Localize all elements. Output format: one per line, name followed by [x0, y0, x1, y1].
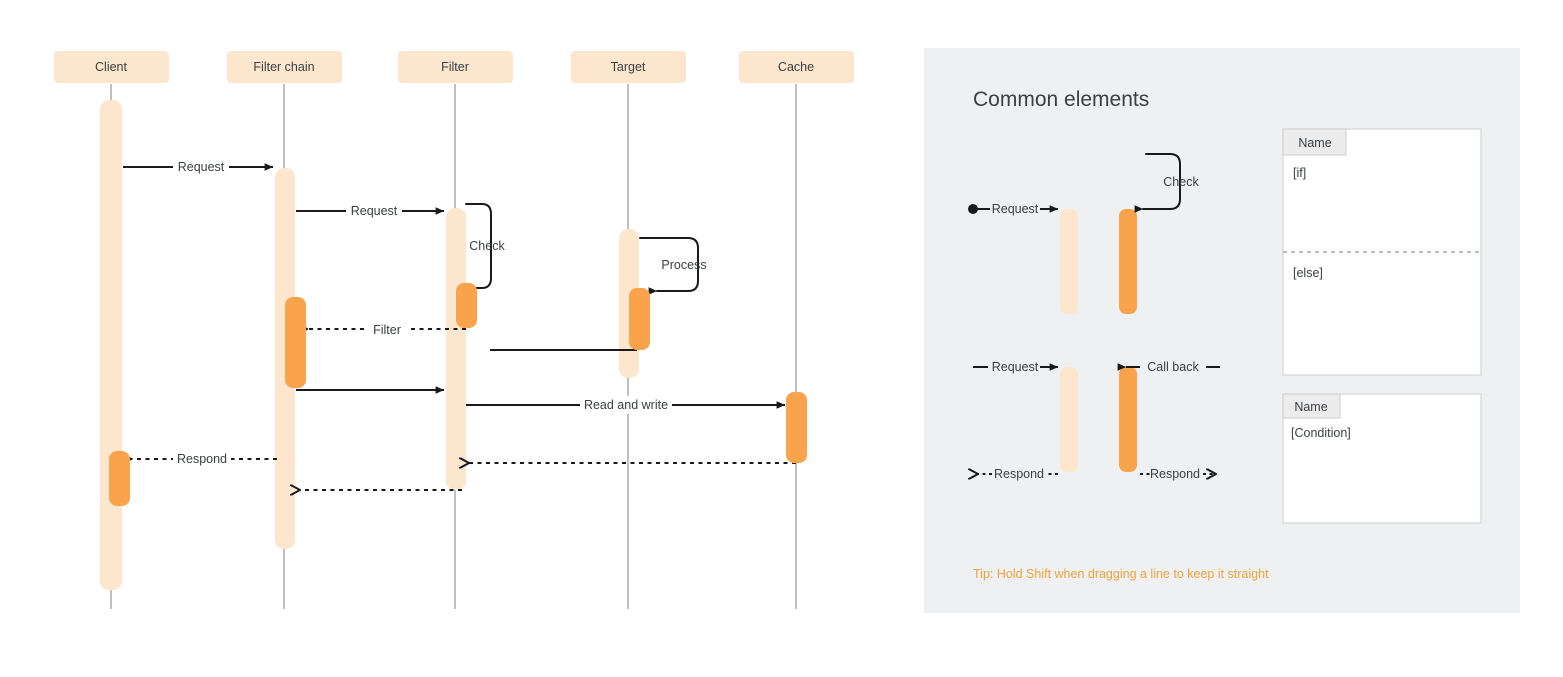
fragment-alt-section-if: [if]	[1293, 166, 1306, 180]
panel-tip-text: Tip: Hold Shift when dragging a line to …	[973, 567, 1269, 581]
activation-cache-nested	[786, 392, 807, 463]
panel-title: Common elements	[973, 88, 1149, 111]
fragment-alt-name: Name	[1298, 136, 1331, 150]
lifeline-label-cache: Cache	[778, 60, 814, 74]
lifeline-label-filter-chain: Filter chain	[253, 60, 314, 74]
message-label-m8: Read and write	[584, 398, 668, 412]
activation-filter-nested	[456, 283, 477, 328]
fragment-alt[interactable]: Name [if] [else]	[1282, 128, 1482, 376]
sequence-diagram-canvas: Request Request Check Process Filter Rea…	[0, 0, 1563, 677]
activation-target-nested	[629, 288, 650, 350]
message-label-m3: Check	[469, 239, 505, 253]
message-label-m4: Process	[661, 258, 706, 272]
fragment-opt[interactable]: Name [Condition]	[1282, 393, 1482, 524]
legend-label-request: Request	[992, 360, 1039, 374]
message-label-m2: Request	[351, 204, 398, 218]
legend-bar-call-back	[1119, 367, 1137, 472]
activation-client	[100, 100, 122, 590]
lifeline-label-filter: Filter	[441, 60, 469, 74]
legend-bar-self-check	[1119, 209, 1137, 314]
legend-bar-request	[1060, 367, 1078, 472]
fragment-opt-name: Name	[1294, 400, 1327, 414]
fragment-alt-section-else: [else]	[1293, 266, 1323, 280]
activation-client-nested	[109, 451, 130, 506]
message-label-m10: Respond	[177, 452, 227, 466]
legend-bar-found-request	[1060, 209, 1078, 314]
legend-label-found-request: Request	[992, 202, 1039, 216]
legend-label-self-check: Check	[1163, 175, 1199, 189]
legend-label-call-back: Call back	[1147, 360, 1199, 374]
lifeline-label-client: Client	[95, 60, 127, 74]
activation-filter	[446, 208, 466, 490]
fragment-opt-section-condition: [Condition]	[1291, 426, 1351, 440]
legend-label-respond-right: Respond	[1150, 467, 1200, 481]
message-label-m1: Request	[178, 160, 225, 174]
diagram-svg: Request Request Check Process Filter Rea…	[54, 48, 1520, 613]
lifeline-headers: Client Filter chain Filter Target Cache	[54, 51, 854, 83]
legend-label-respond-left: Respond	[994, 467, 1044, 481]
message-label-m5: Filter	[373, 323, 401, 337]
lifeline-label-target: Target	[611, 60, 646, 74]
activation-filter-chain-nested	[285, 297, 306, 388]
